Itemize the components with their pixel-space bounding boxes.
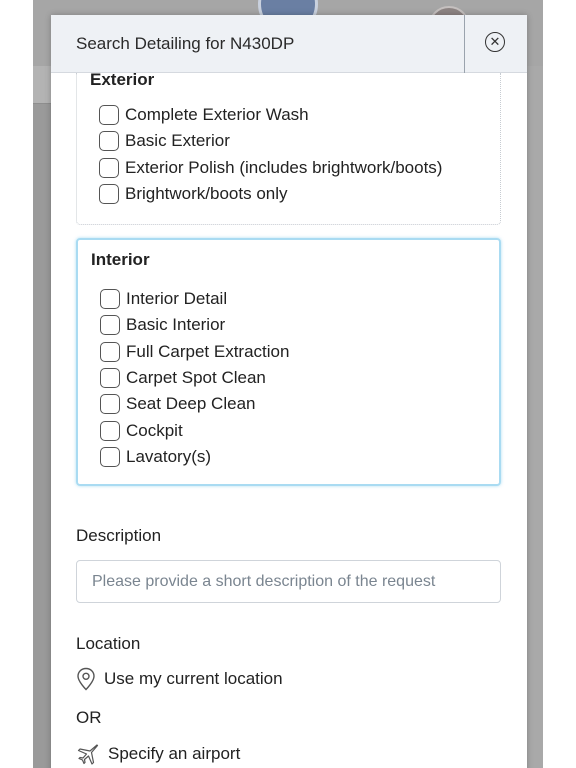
checkbox[interactable] [99, 131, 119, 152]
background-edge [526, 66, 543, 768]
or-divider-text: OR [76, 708, 102, 727]
interior-options: Interior Detail Basic Interior Full Carp… [100, 286, 289, 470]
exterior-option[interactable]: Brightwork/boots only [99, 181, 442, 207]
checkbox[interactable] [100, 289, 120, 310]
modal-header: Search Detailing for N430DP ✕ [51, 15, 527, 73]
exterior-title: Exterior [90, 70, 155, 89]
option-label: Complete Exterior Wash [125, 105, 309, 125]
option-label: Full Carpet Extraction [126, 341, 290, 361]
interior-section: Interior Interior Detail Basic Interior … [76, 238, 501, 486]
interior-option[interactable]: Carpet Spot Clean [100, 365, 289, 391]
exterior-option[interactable]: Complete Exterior Wash [99, 102, 442, 128]
airplane-icon [77, 744, 99, 765]
option-label: Basic Interior [126, 315, 226, 335]
checkbox[interactable] [99, 184, 119, 205]
use-current-location-label: Use my current location [104, 669, 283, 688]
checkbox[interactable] [100, 420, 120, 441]
checkbox[interactable] [100, 315, 120, 336]
interior-option[interactable]: Cockpit [100, 417, 289, 443]
option-label: Exterior Polish (includes brightwork/boo… [125, 157, 443, 177]
interior-option[interactable]: Lavatory(s) [100, 444, 289, 470]
interior-option[interactable]: Full Carpet Extraction [100, 339, 289, 365]
option-label: Cockpit [126, 420, 183, 440]
option-label: Basic Exterior [125, 131, 230, 151]
description-label: Description [76, 526, 162, 545]
close-icon[interactable]: ✕ [485, 32, 505, 52]
exterior-options: Complete Exterior Wash Basic Exterior Ex… [99, 102, 442, 207]
exterior-section: Exterior Complete Exterior Wash Basic Ex… [76, 70, 501, 225]
header-divider [464, 15, 465, 73]
search-detailing-modal: Search Detailing for N430DP ✕ Exterior C… [51, 15, 527, 768]
checkbox[interactable] [100, 446, 120, 467]
checkbox[interactable] [100, 394, 120, 415]
option-label: Brightwork/boots only [125, 184, 288, 204]
location-label: Location [76, 634, 141, 653]
specify-airport-label: Specify an airport [108, 744, 241, 763]
option-label: Seat Deep Clean [126, 394, 256, 414]
checkbox[interactable] [99, 105, 119, 126]
interior-option[interactable]: Interior Detail [100, 286, 289, 312]
interior-title: Interior [91, 250, 150, 269]
modal-title: Search Detailing for N430DP [76, 33, 295, 53]
interior-option[interactable]: Seat Deep Clean [100, 391, 289, 417]
use-current-location-option[interactable]: Use my current location [76, 667, 283, 691]
option-label: Interior Detail [126, 289, 228, 309]
exterior-option[interactable]: Basic Exterior [99, 128, 442, 154]
description-input[interactable] [76, 560, 501, 603]
specify-airport-option[interactable]: Specify an airport [76, 742, 240, 766]
checkbox[interactable] [100, 368, 120, 389]
option-label: Carpet Spot Clean [126, 368, 266, 388]
checkbox[interactable] [99, 157, 119, 178]
exterior-option[interactable]: Exterior Polish (includes brightwork/boo… [99, 155, 442, 181]
interior-option[interactable]: Basic Interior [100, 312, 289, 338]
checkbox[interactable] [100, 341, 120, 362]
option-label: Lavatory(s) [126, 446, 212, 466]
location-pin-icon [77, 667, 95, 691]
